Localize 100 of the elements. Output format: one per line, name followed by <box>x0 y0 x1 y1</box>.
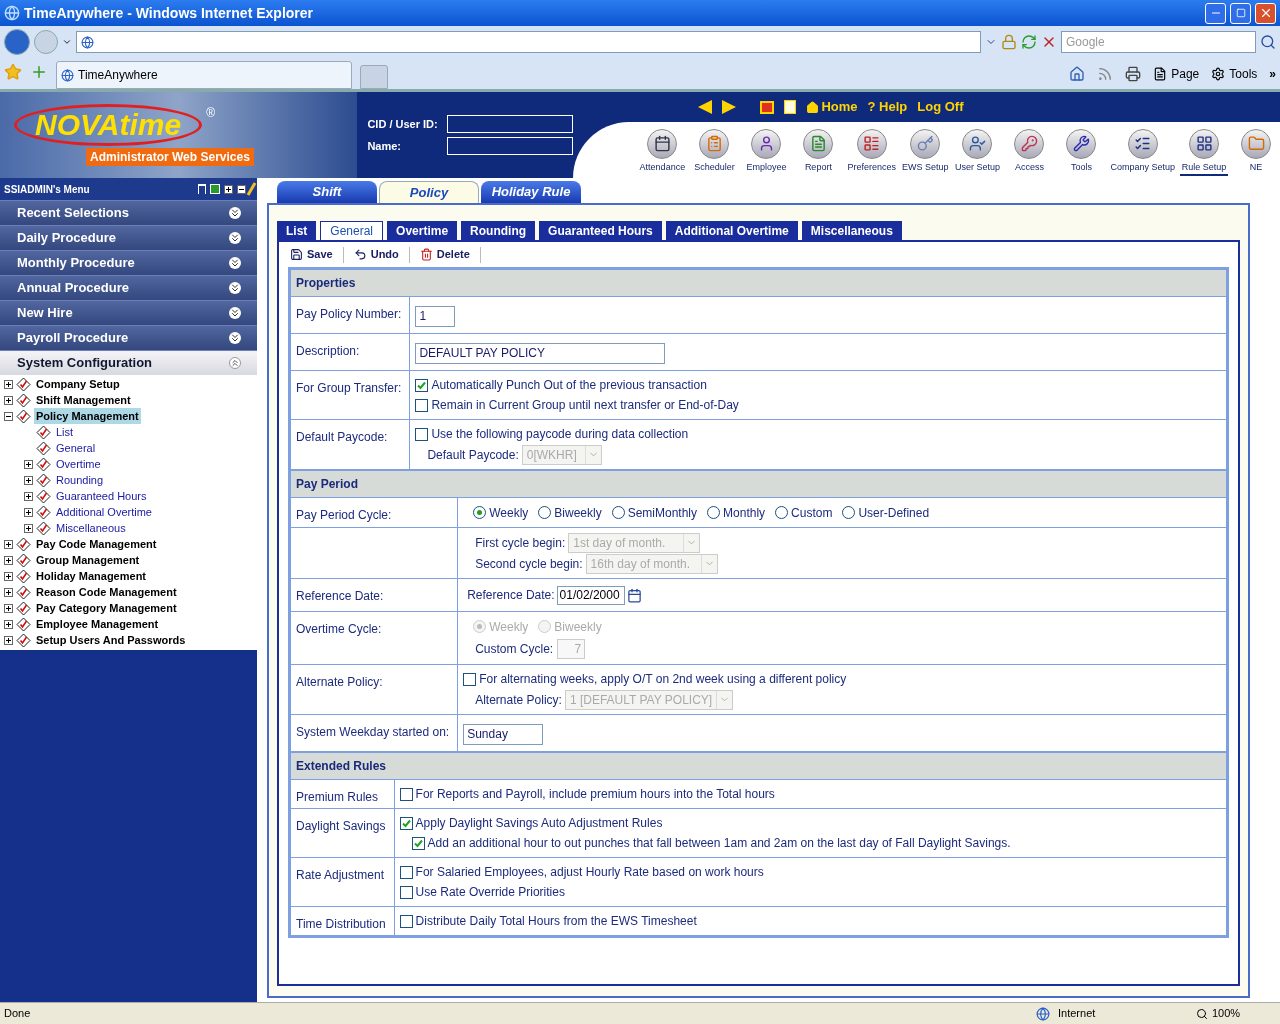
sub-tab[interactable]: Overtime <box>387 221 458 240</box>
text-field[interactable]: Sunday <box>463 723 544 745</box>
help-link[interactable]: ? Help <box>867 97 908 117</box>
radio-button[interactable] <box>538 506 552 519</box>
checkbox[interactable] <box>463 672 477 686</box>
window-icon[interactable] <box>760 100 775 114</box>
module-button[interactable]: Report <box>794 128 843 176</box>
tree-item[interactable]: Pay Code Management <box>34 535 159 553</box>
sub-tab[interactable]: Rounding <box>461 221 536 240</box>
tree-item[interactable]: Holiday Management <box>34 567 149 585</box>
tree-item[interactable]: Additional Overtime <box>54 503 154 521</box>
sub-tab[interactable]: Miscellaneous <box>801 221 902 240</box>
text-field[interactable] <box>447 115 574 133</box>
expand-icon[interactable] <box>24 491 33 501</box>
refresh-icon[interactable] <box>1021 34 1037 50</box>
module-button[interactable]: NE <box>1232 128 1280 176</box>
module-button[interactable]: Access <box>1005 128 1054 176</box>
tree-item[interactable]: Guaranteed Hours <box>54 487 149 505</box>
expand-icon[interactable] <box>24 459 33 469</box>
module-button[interactable]: User Setup <box>953 128 1002 176</box>
module-button[interactable]: Company Setup <box>1109 128 1176 176</box>
checkbox[interactable] <box>399 865 413 879</box>
tab[interactable]: Shift <box>277 181 377 203</box>
sub-tab[interactable]: Guaranteed Hours <box>539 221 662 240</box>
refresh-icon[interactable] <box>210 184 220 194</box>
tab[interactable]: Policy <box>379 181 479 203</box>
pencil-icon[interactable] <box>246 182 257 196</box>
more-chevron[interactable]: » <box>1269 65 1276 83</box>
calendar-icon[interactable] <box>626 587 642 603</box>
module-button[interactable]: Employee <box>742 128 791 176</box>
date-field[interactable]: 01/02/2000 <box>556 585 625 605</box>
module-button[interactable]: Attendance <box>638 128 687 176</box>
tree-item[interactable]: Rounding <box>54 471 106 489</box>
expand-icon[interactable] <box>4 619 13 629</box>
search-icon[interactable] <box>1260 34 1276 50</box>
expand-icon[interactable] <box>4 635 13 645</box>
save-button[interactable]: Save <box>288 246 335 263</box>
undo-button[interactable]: Undo <box>351 246 401 263</box>
module-button[interactable]: EWS Setup <box>900 128 950 176</box>
radio-button[interactable] <box>707 506 721 519</box>
search-field[interactable]: Google <box>1061 31 1256 53</box>
expand-icon[interactable] <box>4 539 13 549</box>
sub-tab[interactable]: General <box>320 221 384 240</box>
expand-icon[interactable] <box>4 395 13 405</box>
menu-section[interactable]: Daily Procedure <box>0 225 257 250</box>
maximize-button[interactable] <box>1230 2 1251 24</box>
checkbox[interactable] <box>415 378 429 392</box>
expand-all-icon[interactable] <box>224 184 233 194</box>
expand-icon[interactable] <box>4 571 13 581</box>
menu-section[interactable]: Monthly Procedure <box>0 250 257 275</box>
tree-item[interactable]: List <box>54 423 76 441</box>
favorites-star-icon[interactable] <box>4 63 22 81</box>
expand-icon[interactable] <box>4 603 13 613</box>
checkbox[interactable] <box>411 836 425 850</box>
dropdown-icon[interactable] <box>62 37 72 47</box>
radio-button[interactable] <box>611 506 625 519</box>
tree-item[interactable]: General <box>54 439 98 457</box>
text-field[interactable]: 1 <box>415 305 456 327</box>
module-button[interactable]: Rule Setup <box>1180 128 1228 176</box>
delete-button[interactable]: Delete <box>417 246 472 263</box>
radio-button[interactable] <box>473 506 487 519</box>
tree-item[interactable]: Miscellaneous <box>54 519 128 537</box>
checkbox[interactable] <box>399 914 413 928</box>
expand-icon[interactable] <box>24 475 33 485</box>
checkbox[interactable] <box>415 398 429 412</box>
expand-icon[interactable] <box>24 523 33 533</box>
module-button[interactable]: Scheduler <box>690 128 739 176</box>
tree-item[interactable]: Policy Management <box>34 407 141 425</box>
logoff-link[interactable]: Log Off <box>917 97 964 117</box>
checkbox[interactable] <box>399 885 413 899</box>
checkbox[interactable] <box>399 816 413 830</box>
menu-section[interactable]: Recent Selections <box>0 200 257 225</box>
tree-item[interactable]: Group Management <box>34 551 142 569</box>
sub-tab[interactable]: List <box>277 221 317 240</box>
collapse-all-icon[interactable] <box>237 184 246 194</box>
back-button[interactable] <box>4 29 30 55</box>
radio-button[interactable] <box>775 506 789 519</box>
expand-icon[interactable] <box>4 587 13 597</box>
menu-section[interactable]: Payroll Procedure <box>0 325 257 350</box>
tree-item[interactable]: Employee Management <box>34 615 161 633</box>
toolbar-menu[interactable]: Page <box>1153 65 1200 83</box>
expand-icon[interactable] <box>24 507 33 517</box>
close-button[interactable] <box>1255 2 1276 24</box>
tree-item[interactable]: Setup Users And Passwords <box>34 631 188 649</box>
checkbox[interactable] <box>399 787 413 801</box>
tree-item[interactable]: Shift Management <box>34 391 133 409</box>
tree-item[interactable]: Company Setup <box>34 375 122 393</box>
home-link[interactable]: Home <box>806 97 858 117</box>
menu-section[interactable]: Annual Procedure <box>0 275 257 300</box>
minimize-button[interactable] <box>1205 2 1226 24</box>
sub-tab[interactable]: Additional Overtime <box>665 221 798 240</box>
text-field[interactable] <box>447 137 574 155</box>
module-button[interactable]: Tools <box>1057 128 1106 176</box>
toolbar-menu[interactable]: Tools <box>1211 65 1258 83</box>
radio-button[interactable] <box>842 506 856 519</box>
module-button[interactable]: Preferences <box>846 128 897 176</box>
zoom-control[interactable]: 100% <box>1196 1005 1276 1022</box>
tree-item[interactable]: Pay Category Management <box>34 599 179 617</box>
menu-section[interactable]: System Configuration <box>0 350 257 375</box>
expand-icon[interactable] <box>4 555 13 565</box>
